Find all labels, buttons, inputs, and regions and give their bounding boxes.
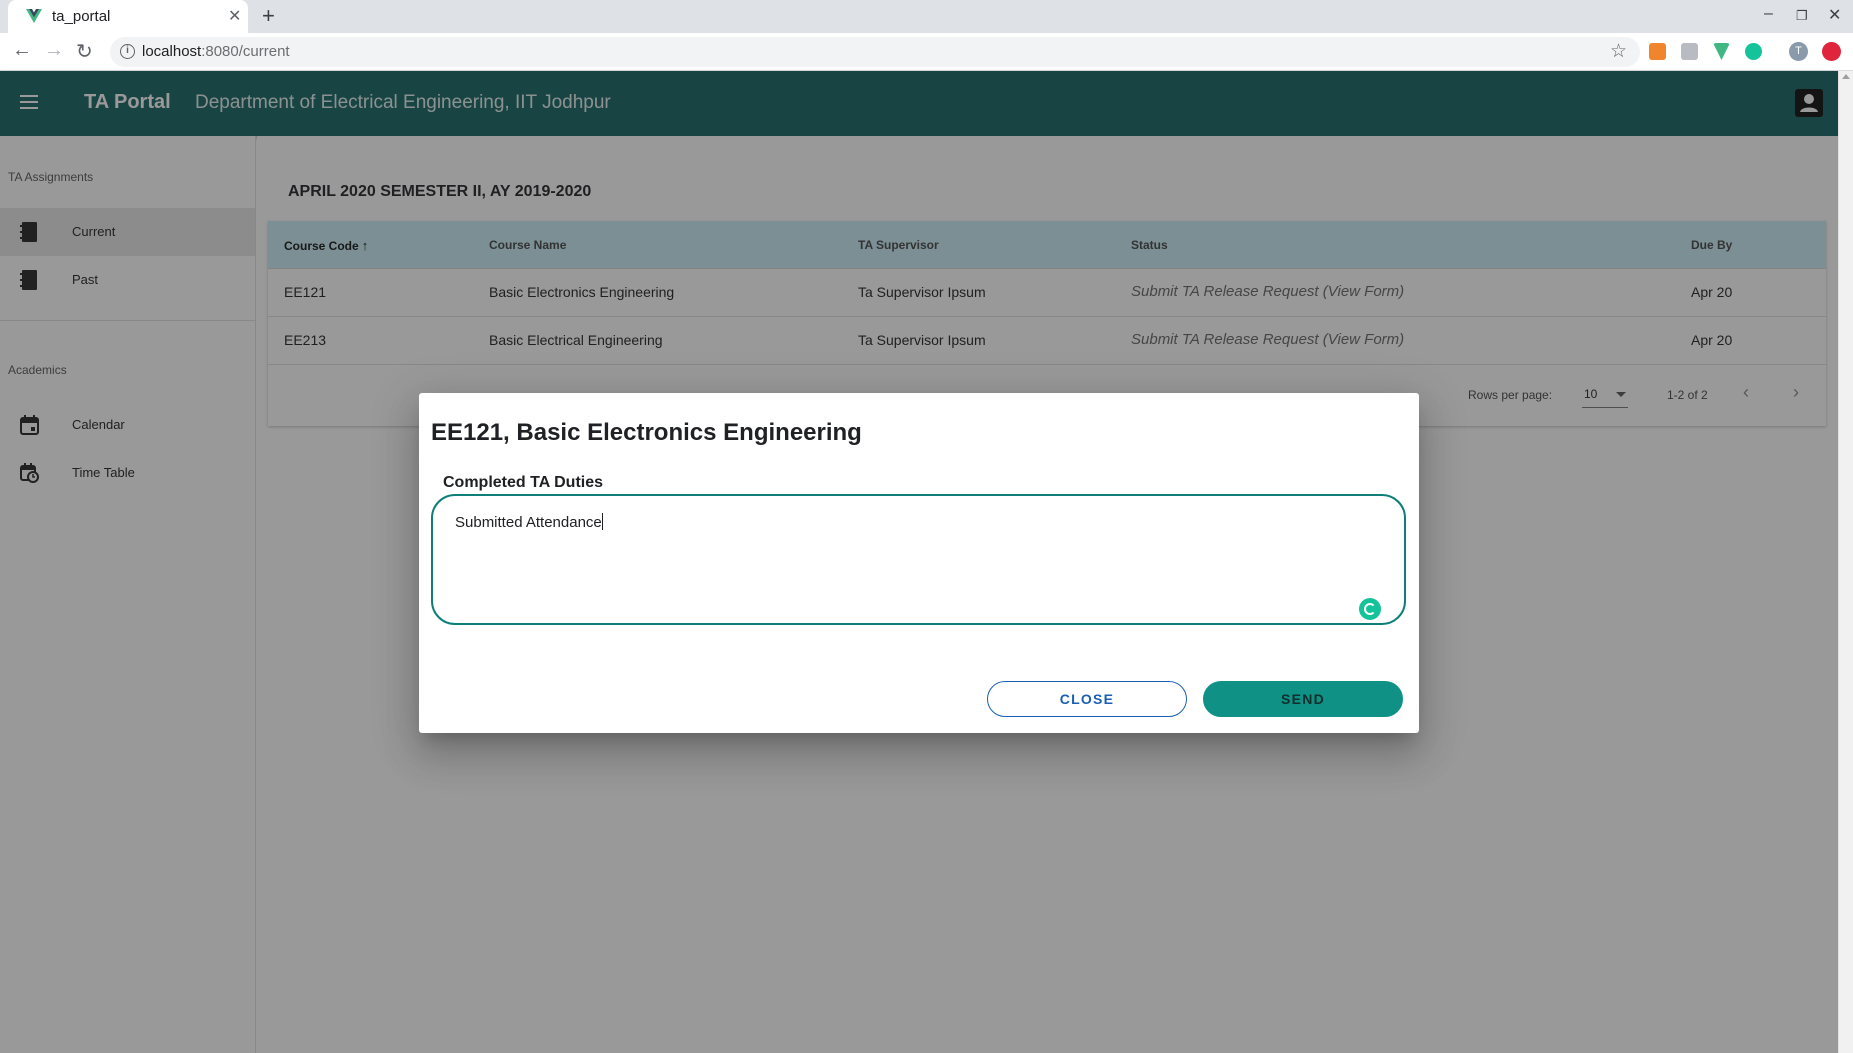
textarea-value: Submitted Attendance <box>455 513 603 531</box>
site-info-icon[interactable]: i <box>120 44 135 59</box>
completed-duties-label: Completed TA Duties <box>443 474 604 491</box>
profile-avatar[interactable]: T <box>1789 42 1808 61</box>
completed-duties-textarea[interactable]: Submitted Attendance <box>431 494 1406 625</box>
restore-icon[interactable]: ❐ <box>1796 8 1808 24</box>
forward-arrow-icon[interactable]: → <box>44 39 64 62</box>
browser-tab[interactable]: ta_portal ✕ <box>8 0 248 33</box>
minimize-icon[interactable]: – <box>1764 5 1773 23</box>
page-scrollbar[interactable] <box>1838 71 1853 1053</box>
grammarly-icon[interactable] <box>1359 598 1381 620</box>
completed-duties-dialog: EE121, Basic Electronics Engineering Com… <box>419 393 1419 733</box>
address-bar[interactable]: i localhost:8080/current ☆ <box>110 37 1640 67</box>
tab-title: ta_portal <box>52 8 111 25</box>
vue-logo-icon <box>26 9 42 23</box>
browser-tab-strip: ta_portal ✕ + – ❐ ✕ <box>0 0 1853 33</box>
tab-close-icon[interactable]: ✕ <box>228 6 241 26</box>
send-button[interactable]: SEND <box>1203 681 1403 717</box>
grammarly-extension-icon[interactable] <box>1745 43 1762 60</box>
vue-devtools-extension-icon[interactable] <box>1713 43 1730 60</box>
url-text: localhost:8080/current <box>142 43 290 60</box>
screenshot-extension-icon[interactable] <box>1681 43 1698 60</box>
new-tab-button[interactable]: + <box>262 3 275 29</box>
browser-menu-icon[interactable] <box>1822 42 1841 61</box>
browser-toolbar: ← → ↻ i localhost:8080/current ☆ T <box>0 33 1853 71</box>
dialog-title: EE121, Basic Electronics Engineering <box>431 419 862 446</box>
window-close-icon[interactable]: ✕ <box>1828 5 1841 25</box>
reload-icon[interactable]: ↻ <box>76 39 93 64</box>
back-arrow-icon[interactable]: ← <box>12 39 32 62</box>
bookmark-star-icon[interactable]: ☆ <box>1610 40 1627 63</box>
close-button[interactable]: CLOSE <box>987 681 1187 717</box>
metamask-extension-icon[interactable] <box>1649 43 1666 60</box>
